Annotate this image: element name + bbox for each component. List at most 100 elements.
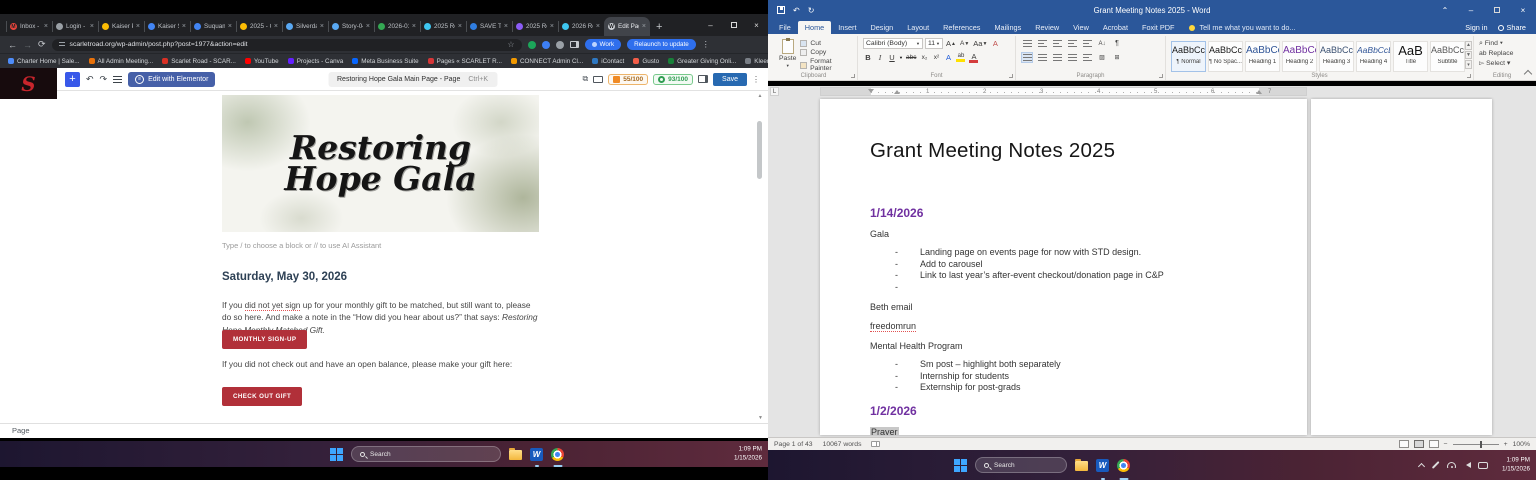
bookmark-item[interactable]: iContact xyxy=(592,58,624,65)
zoom-slider-thumb[interactable] xyxy=(1480,441,1482,448)
shrink-font-button[interactable]: A▼ xyxy=(959,38,970,49)
settings-sidebar-toggle-icon[interactable] xyxy=(698,75,708,83)
find-button[interactable]: ⌕ Find ▾ xyxy=(1479,40,1525,48)
copy-button[interactable]: Copy xyxy=(800,49,852,56)
chat-extension-icon[interactable] xyxy=(542,41,550,49)
read-mode-icon[interactable] xyxy=(1399,440,1409,448)
align-right-button[interactable] xyxy=(1051,52,1063,63)
bookmark-item[interactable]: CONNECT Admin Cl... xyxy=(511,58,583,65)
tab-close-icon[interactable]: × xyxy=(550,23,554,30)
tell-me-box[interactable]: Tell me what you want to do... xyxy=(1189,23,1295,34)
open-in-new-icon[interactable]: ⧉ xyxy=(583,74,589,84)
profile-chip[interactable]: Work xyxy=(585,39,622,50)
redo-icon[interactable]: ↻ xyxy=(808,6,815,15)
right-indent-marker[interactable] xyxy=(1256,90,1262,94)
shading-button[interactable]: ▨ xyxy=(1096,52,1108,63)
taskbar-search[interactable]: Search xyxy=(351,446,501,462)
paragraph-open-balance[interactable]: If you did not check out and have an ope… xyxy=(222,358,542,370)
tab-close-icon[interactable]: × xyxy=(136,23,140,30)
taskbar-search[interactable]: Search xyxy=(975,457,1067,473)
relaunch-to-update-button[interactable]: Relaunch to update xyxy=(627,39,696,50)
browser-tab[interactable]: Story-04...× xyxy=(328,17,374,36)
bookmark-item[interactable]: All Admin Meeting... xyxy=(89,58,154,65)
text-effects-button[interactable]: A xyxy=(943,52,953,63)
chrome-menu-icon[interactable]: ⋮ xyxy=(702,40,710,49)
zoom-out-button[interactable]: − xyxy=(1444,441,1448,448)
increase-indent-button[interactable] xyxy=(1081,38,1093,49)
save-button[interactable]: Save xyxy=(713,73,747,86)
justify-button[interactable] xyxy=(1066,52,1078,63)
bold-button[interactable]: B xyxy=(863,52,873,63)
tab-layout[interactable]: Layout xyxy=(900,21,936,34)
tab-design[interactable]: Design xyxy=(863,21,900,34)
browser-tab[interactable]: 2025 - G...× xyxy=(236,17,282,36)
browser-tab[interactable]: 2025 Re...× xyxy=(512,17,558,36)
canvas-scrollbar[interactable]: ▲▼ xyxy=(756,93,764,421)
browser-tab[interactable]: 2026-01...× xyxy=(374,17,420,36)
close-button[interactable]: × xyxy=(745,14,768,36)
zoom-slider[interactable] xyxy=(1453,444,1499,445)
underline-button[interactable]: U xyxy=(887,52,897,63)
browser-tab[interactable]: Silverdal...× xyxy=(282,17,328,36)
tab-mailings[interactable]: Mailings xyxy=(987,21,1028,34)
tab-references[interactable]: References xyxy=(936,21,987,34)
browser-tab[interactable]: SAVE TH...× xyxy=(466,17,512,36)
superscript-button[interactable]: x² xyxy=(931,52,941,63)
touch-keyboard-icon[interactable] xyxy=(1478,462,1488,469)
align-center-button[interactable] xyxy=(1036,52,1048,63)
edit-with-elementor-button[interactable]: ≡Edit with Elementor xyxy=(128,72,215,87)
browser-tab[interactable]: Login - K...× xyxy=(52,17,98,36)
chrome-taskbar-button[interactable] xyxy=(551,441,564,467)
sort-button[interactable]: A↓ xyxy=(1096,38,1108,49)
style-heading-2[interactable]: AaBbCcHeading 2 xyxy=(1282,41,1317,72)
subscript-button[interactable]: x₂ xyxy=(919,52,929,63)
bookmark-item[interactable]: Greater Giving Onli... xyxy=(668,58,736,65)
tab-close-icon[interactable]: × xyxy=(642,23,646,30)
replace-button[interactable]: ab Replace xyxy=(1479,50,1525,57)
format-painter-button[interactable]: Format Painter xyxy=(800,58,852,72)
tab-close-icon[interactable]: × xyxy=(412,23,416,30)
style-heading-1[interactable]: AaBbCcHeading 1 xyxy=(1245,41,1280,72)
document-page-1[interactable]: Grant Meeting Notes 2025 1/14/2026 Gala … xyxy=(820,99,1307,435)
tab-insert[interactable]: Insert xyxy=(831,21,863,34)
style-normal[interactable]: AaBbCcDc¶ Normal xyxy=(1171,41,1206,72)
site-settings-icon[interactable] xyxy=(59,42,65,48)
share-button[interactable]: Share xyxy=(1498,23,1526,32)
line-spacing-button[interactable] xyxy=(1081,52,1093,63)
undo-icon[interactable]: ↶ xyxy=(86,74,94,85)
proofing-icon[interactable] xyxy=(871,441,880,447)
dialog-launcher-icon[interactable] xyxy=(1467,74,1471,78)
numbering-button[interactable] xyxy=(1036,38,1048,49)
word-taskbar-button[interactable]: W xyxy=(530,441,543,467)
site-logo[interactable]: S xyxy=(0,68,57,99)
clear-formatting-button[interactable]: A xyxy=(990,38,1000,49)
tab-stop-selector[interactable]: L xyxy=(770,87,779,96)
extensions-puzzle-icon[interactable] xyxy=(556,41,564,49)
grammarly-extension-icon[interactable] xyxy=(528,41,536,49)
print-layout-icon[interactable] xyxy=(1414,440,1424,448)
borders-button[interactable]: ⊞ xyxy=(1111,52,1123,63)
bookmark-star-icon[interactable]: ☆ xyxy=(507,40,514,49)
tab-close-icon[interactable]: × xyxy=(596,23,600,30)
browser-tab[interactable]: 2026 Re...× xyxy=(558,17,604,36)
wifi-icon[interactable] xyxy=(1447,462,1456,468)
style-title[interactable]: AaBTitle xyxy=(1393,41,1428,72)
forward-icon[interactable]: → xyxy=(23,40,32,50)
style-heading-3[interactable]: AaBbCcDHeading 3 xyxy=(1319,41,1354,72)
save-icon[interactable] xyxy=(777,6,785,14)
file-explorer-button[interactable] xyxy=(1075,450,1088,480)
check-out-gift-button[interactable]: CHECK OUT GIFT xyxy=(222,387,302,406)
restore-button[interactable] xyxy=(1484,0,1510,20)
sign-in-link[interactable]: Sign in xyxy=(1465,23,1487,32)
paste-button[interactable]: Paste▼ xyxy=(775,38,800,69)
tab-view[interactable]: View xyxy=(1066,21,1096,34)
tab-close-icon[interactable]: × xyxy=(366,23,370,30)
font-color-button[interactable]: A xyxy=(968,52,979,63)
side-panel-icon[interactable] xyxy=(570,41,579,48)
reload-icon[interactable]: ⟳ xyxy=(38,39,46,50)
file-explorer-button[interactable] xyxy=(509,441,522,467)
cut-button[interactable]: Cut xyxy=(800,40,852,47)
first-line-indent-marker[interactable] xyxy=(868,89,874,93)
ribbon-display-options-icon[interactable]: ⌃ xyxy=(1432,0,1458,20)
undo-icon[interactable]: ↶ xyxy=(793,6,800,15)
